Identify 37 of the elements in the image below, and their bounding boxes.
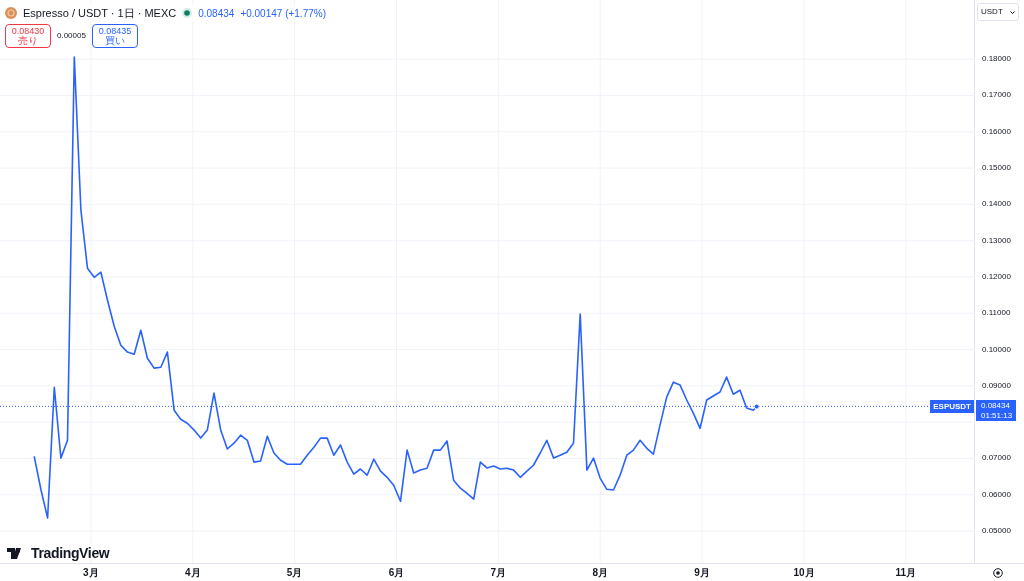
symbol-price-tag: ESPUSDT [930,400,974,414]
time-axis-label: 7月 [490,567,507,579]
price-axis-label: 0.17000 [982,90,1011,101]
price-axis-label: 0.15000 [982,163,1011,174]
time-axis-label: 10月 [793,567,815,579]
last-price: 0.08434 [198,6,235,21]
time-axis-label: 11月 [895,567,917,579]
price-change: +0.00147 (+1.77%) [240,6,326,21]
price-axis-label: 0.12000 [982,271,1011,282]
price-axis-label: 0.18000 [982,54,1011,65]
symbol-title[interactable]: Espresso / USDT · 1日 · MEXC [23,5,177,22]
price-axis-label: 0.05000 [982,526,1011,537]
time-axis-label: 4月 [184,567,201,579]
time-axis-label: 8月 [592,567,608,579]
price-axis-label: 0.14000 [982,199,1011,210]
time-axis-label: 9月 [694,567,710,579]
chevron-down-icon [1010,10,1015,14]
price-axis-label: 0.07000 [982,453,1011,464]
coin-icon [5,7,17,20]
price-axis-label: 0.09000 [982,380,1011,391]
logo-text: TradingView [31,544,110,563]
price-axis-label: 0.13000 [982,235,1011,246]
price-axis-label: 0.10000 [982,344,1011,355]
settings-icon[interactable] [993,568,1003,578]
price-axis-label: 0.11000 [982,308,1011,319]
last-point-marker [753,403,760,410]
time-axis-label: 5月 [286,567,303,579]
currency-button[interactable]: USDT [977,3,1019,21]
price-axis-label: 0.16000 [982,126,1011,137]
time-axis-label: 3月 [83,567,99,579]
price-axis-label: 0.06000 [982,489,1011,500]
status-dot-icon [182,8,193,19]
sell-button[interactable]: 0.08430 売り [5,24,51,48]
time-axis-label: 6月 [388,567,405,579]
spread-value: 0.00005 [57,30,86,42]
buy-button[interactable]: 0.08435 買い [91,24,138,48]
price-tag: 0.08434 01:51:13 [976,400,1016,422]
